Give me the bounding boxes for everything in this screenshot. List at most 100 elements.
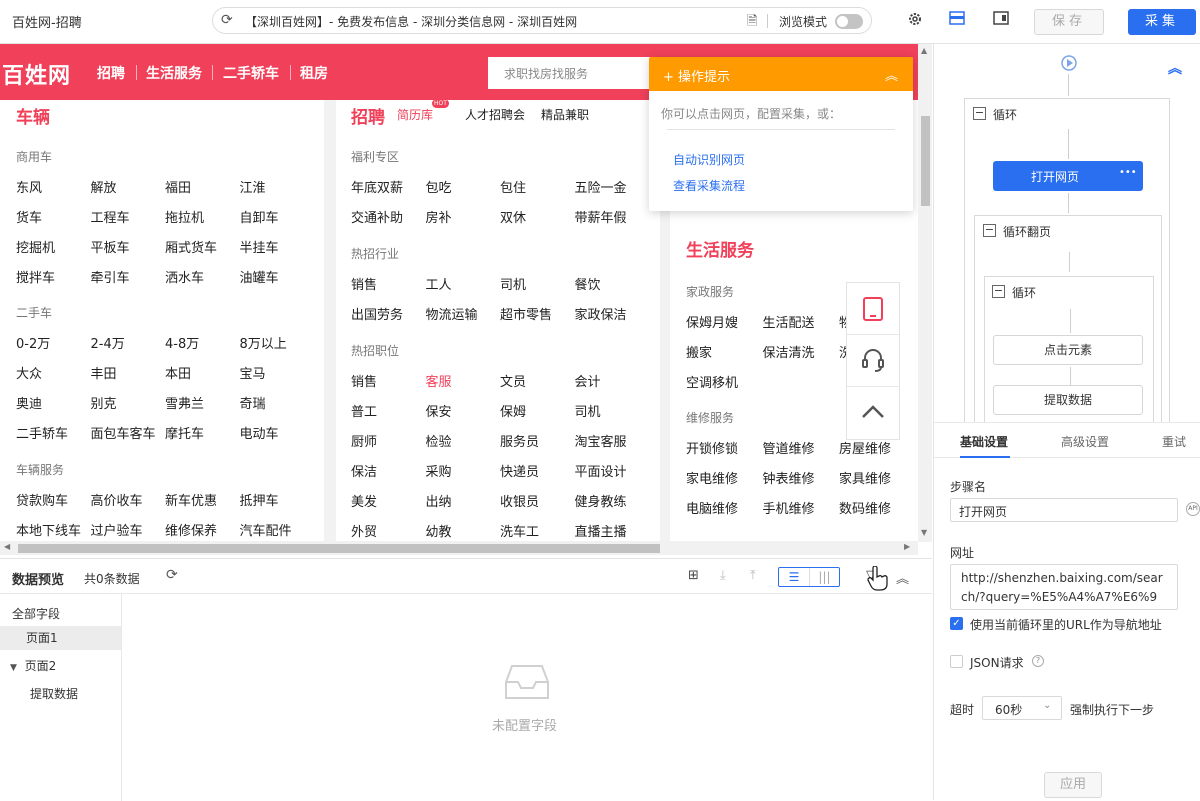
vertical-scrollbar[interactable]: ▲ ▼ (918, 44, 932, 542)
category-link[interactable]: 电动车 (240, 423, 279, 442)
category-link[interactable]: 家具维修 (839, 468, 891, 487)
category-link[interactable]: 数码维修 (839, 498, 891, 517)
scroll-down-arrow-icon[interactable]: ▼ (921, 528, 927, 537)
caret-down-icon[interactable]: ▼ (10, 663, 17, 673)
download-icon[interactable]: ⤓ (720, 568, 726, 583)
workflow-canvas[interactable]: ︽ − 循环 打开网页 ••• − 循环翻页 − 循环 点击元素 提取数据 (934, 44, 1200, 422)
category-link[interactable]: 厨师 (351, 431, 377, 450)
category-link[interactable]: 淘宝客服 (575, 431, 627, 450)
category-link[interactable]: 带薪年假 (575, 207, 627, 226)
refresh-icon[interactable]: ⟳ (166, 567, 178, 583)
add-field-icon[interactable]: ⊞ (688, 568, 699, 583)
category-link[interactable]: 洒水车 (165, 267, 204, 286)
category-link[interactable]: 工人 (426, 274, 452, 293)
category-link[interactable]: 8万以上 (240, 333, 287, 352)
headset-icon[interactable] (847, 335, 899, 387)
category-link[interactable]: 超市零售 (500, 304, 552, 323)
category-link[interactable]: 摩托车 (165, 423, 204, 442)
category-link[interactable]: 物流运输 (426, 304, 478, 323)
category-link[interactable]: 平板车 (91, 237, 130, 256)
scroll-up-arrow-icon[interactable]: ▲ (921, 46, 927, 55)
category-link[interactable]: 新车优惠 (165, 490, 217, 509)
category-link[interactable]: 工程车 (91, 207, 130, 226)
category-link[interactable]: 面包车客车 (91, 423, 156, 442)
apply-button[interactable]: 应用 (1044, 772, 1102, 798)
nav-link-jobs[interactable]: 招聘 (97, 63, 125, 83)
collect-button[interactable]: 采集 (1128, 9, 1196, 35)
url-bar[interactable]: ⟳ 【深圳百姓网】- 免费发布信息 - 深圳分类信息网 - 深圳百姓网 🗎 浏览… (212, 7, 872, 34)
upload-icon[interactable]: ⤒ (750, 568, 756, 583)
job-fair-link[interactable]: 人才招聘会 (465, 106, 525, 123)
category-link[interactable]: 平面设计 (575, 461, 627, 480)
help-icon[interactable]: ? (1032, 655, 1044, 667)
api-icon[interactable]: API (1186, 502, 1200, 516)
category-link[interactable]: 生活配送 (763, 312, 815, 331)
category-link[interactable]: 二手轿车 (16, 423, 68, 442)
category-link[interactable]: 快递员 (500, 461, 539, 480)
category-link[interactable]: 销售 (351, 274, 377, 293)
click-element-step[interactable]: 点击元素 (993, 335, 1143, 365)
browse-mode-toggle[interactable] (835, 14, 863, 29)
category-link[interactable]: 手机维修 (763, 498, 815, 517)
category-link[interactable]: 高价收车 (91, 490, 143, 509)
category-link[interactable]: 宝马 (240, 363, 266, 382)
category-link[interactable]: 年底双薪 (351, 177, 403, 196)
category-link[interactable]: 自卸车 (240, 207, 279, 226)
json-request-checkbox[interactable] (950, 655, 963, 668)
category-link[interactable]: 出纳 (426, 491, 452, 510)
category-link[interactable]: 拖拉机 (165, 207, 204, 226)
category-link[interactable]: 文员 (500, 371, 526, 390)
category-link[interactable]: 餐饮 (575, 274, 601, 293)
category-link[interactable]: 挖掘机 (16, 237, 55, 256)
collapse-inner-loop-icon[interactable]: − (992, 285, 1005, 298)
category-link[interactable]: 空调移机 (686, 372, 738, 391)
vehicles-heading[interactable]: 车辆 (16, 103, 50, 128)
category-link[interactable]: 房屋维修 (839, 438, 891, 457)
category-link[interactable]: 房补 (426, 207, 452, 226)
category-link[interactable]: 0-2万 (16, 333, 50, 352)
use-loop-url-checkbox[interactable]: ✓ (950, 617, 963, 630)
category-link[interactable]: 开锁修锁 (686, 438, 738, 457)
category-link[interactable]: 电脑维修 (686, 498, 738, 517)
category-link[interactable]: 外贸 (351, 521, 377, 540)
category-link[interactable]: 销售 (351, 371, 377, 390)
category-link[interactable]: 东风 (16, 177, 42, 196)
category-link[interactable]: 双休 (500, 207, 526, 226)
category-link[interactable]: 健身教练 (575, 491, 627, 510)
category-link[interactable]: 客服 (426, 371, 452, 390)
category-link[interactable]: 贷款购车 (16, 490, 68, 509)
nav-link-rent[interactable]: 租房 (300, 63, 328, 83)
loop-block[interactable]: − 循环 打开网页 ••• − 循环翻页 − 循环 点击元素 提取数据 (964, 98, 1170, 422)
category-link[interactable]: 管道维修 (763, 438, 815, 457)
column-view-icon[interactable]: ||| (809, 568, 839, 586)
category-link[interactable]: 维修保养 (165, 520, 217, 539)
tab-advanced-settings[interactable]: 高级设置 (1061, 433, 1109, 450)
nav-link-cars[interactable]: 二手轿车 (223, 63, 279, 83)
category-link[interactable]: 司机 (500, 274, 526, 293)
url-text[interactable]: 【深圳百姓网】- 免费发布信息 - 深圳分类信息网 - 深圳百姓网 (245, 13, 577, 30)
tree-page2[interactable]: ▼ 页面2 (0, 654, 121, 678)
extract-data-step[interactable]: 提取数据 (993, 385, 1143, 415)
auto-detect-link[interactable]: 自动识别网页 (673, 151, 745, 168)
category-link[interactable]: 普工 (351, 401, 377, 420)
category-link[interactable]: 别克 (91, 393, 117, 412)
life-heading[interactable]: 生活服务 (686, 236, 754, 261)
category-link[interactable]: 保洁清洗 (763, 342, 815, 361)
category-link[interactable]: 交通补助 (351, 207, 403, 226)
site-logo[interactable]: 百姓网 (2, 58, 71, 90)
category-link[interactable]: 美发 (351, 491, 377, 510)
category-link[interactable]: 搅拌车 (16, 267, 55, 286)
jobs-heading[interactable]: 招聘 (351, 103, 385, 128)
category-link[interactable]: 采购 (426, 461, 452, 480)
list-view-icon[interactable]: ☰ (779, 568, 809, 586)
category-link[interactable]: 出国劳务 (351, 304, 403, 323)
category-link[interactable]: 司机 (575, 401, 601, 420)
category-link[interactable]: 本地下线车 (16, 520, 81, 539)
category-link[interactable]: 保姆 (500, 401, 526, 420)
category-link[interactable]: 洗车工 (500, 521, 539, 540)
site-search-input[interactable]: 求职找房找服务 (488, 57, 658, 89)
category-link[interactable]: 收银员 (500, 491, 539, 510)
category-link[interactable]: 江淮 (240, 177, 266, 196)
category-link[interactable]: 会计 (575, 371, 601, 390)
category-link[interactable]: 直播主播 (575, 521, 627, 540)
